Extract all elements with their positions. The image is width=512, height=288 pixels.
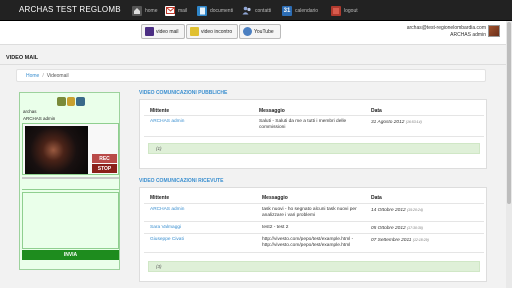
message-cell[interactable]: test2 - test 2: [262, 225, 370, 231]
calendar-icon: 31: [282, 5, 292, 16]
nav-home[interactable]: home: [132, 3, 158, 18]
video-mail-icon: [145, 27, 154, 36]
divider: [22, 189, 119, 190]
recorder-logo: [57, 97, 86, 106]
sender-link[interactable]: ARCHAS admin: [150, 119, 184, 125]
nav-documenti-label: documenti: [210, 7, 234, 14]
video-recorder-panel: archas ARCHAS admin REC STOP INVIA: [19, 92, 120, 270]
column-header: Messaggio: [259, 108, 285, 114]
public-section-title: VIDEO COMUNICAZIONI PUBBLICHE: [139, 90, 228, 96]
recorder-username: archas: [23, 109, 37, 114]
message-line: analizzare i vari problemi: [262, 213, 316, 218]
time-value: (17:30:30): [407, 226, 423, 230]
page-title: VIDEO MAIL: [6, 55, 39, 61]
message-cell[interactable]: http://vivesto.com/pepo/test/example.htm…: [262, 237, 370, 249]
message-cell[interactable]: Saluti - Saluti da me a tutti i membri d…: [259, 119, 369, 131]
breadcrumb-home-link[interactable]: Home: [26, 73, 39, 79]
nav-calendario[interactable]: 31 calendario: [282, 3, 318, 18]
send-button[interactable]: INVIA: [22, 250, 119, 260]
column-header: Messaggio: [262, 195, 288, 201]
video-meeting-icon: [190, 27, 199, 36]
divider: [144, 221, 484, 222]
document-icon: [197, 5, 207, 16]
received-section-title: VIDEO COMUNICAZIONI RICEVUTE: [139, 178, 224, 184]
date-cell: 07 Settembre 2011 (12:18:29): [371, 237, 429, 244]
rec-button[interactable]: REC: [92, 154, 117, 163]
message-textarea[interactable]: [22, 192, 119, 249]
video-incontro-label: video incontro: [201, 28, 233, 35]
youtube-button[interactable]: YouTube: [239, 24, 281, 39]
nav-mail-label: mail: [178, 7, 188, 14]
nav-calendario-label: calendario: [295, 7, 319, 14]
message-line: commissioni: [259, 125, 286, 130]
date-cell: 14 Ottobre 2012 (15:20:24): [371, 207, 423, 214]
nav-contatti[interactable]: contatti: [242, 3, 271, 18]
column-header: Mittente: [150, 108, 170, 114]
date-cell: 31 Agosto 2012 (16:53:14): [371, 119, 422, 126]
recorder-display-name: ARCHAS admin: [23, 116, 56, 121]
house-icon: [132, 5, 142, 16]
sub-toolbar: video mail video incontro YouTube archas…: [0, 21, 512, 45]
video-mail-button[interactable]: video mail: [141, 24, 185, 39]
youtube-label: YouTube: [254, 28, 274, 35]
top-navbar: ARCHAS TEST REGLOMB home mail documenti …: [0, 0, 512, 21]
divider: [144, 252, 484, 253]
video-mail-label: video mail: [156, 28, 179, 35]
app-brand[interactable]: ARCHAS TEST REGLOMB: [19, 5, 121, 14]
avatar[interactable]: [488, 25, 500, 37]
scrollbar-thumb[interactable]: [507, 22, 511, 204]
envelope-icon: [165, 5, 175, 16]
message-cell[interactable]: task nuovi - ho segnato alcuni task nuov…: [262, 207, 370, 219]
sender-link[interactable]: ARCHAS admin: [150, 207, 184, 213]
message-line: http://vivesto.com/pepo/test/example.htm…: [262, 243, 351, 248]
user-name[interactable]: ARCHAS admin: [407, 32, 486, 39]
nav-logout[interactable]: logout: [331, 3, 358, 18]
column-header: Data: [371, 108, 382, 114]
video-incontro-button[interactable]: video incontro: [186, 24, 238, 39]
public-count-bar: (1): [148, 143, 480, 154]
recording-progress: [22, 177, 119, 179]
nav-contatti-label: contatti: [255, 7, 272, 14]
user-email: archas@test-regionelombardia.com: [406, 25, 486, 31]
nav-home-label: home: [145, 7, 158, 14]
divider: [0, 64, 512, 65]
date-value: 07 Settembre 2011: [371, 238, 412, 243]
breadcrumb-separator: /: [42, 72, 44, 79]
message-line: test2 - test 2: [262, 225, 289, 230]
user-info: archas@test-regionelombardia.com ARCHAS …: [407, 25, 486, 39]
nav-mail[interactable]: mail: [165, 3, 187, 18]
stop-button[interactable]: STOP: [92, 164, 117, 173]
time-value: (12:18:29): [412, 238, 429, 242]
people-icon: [242, 5, 252, 16]
date-cell: 05 Ottobre 2012 (17:30:30): [371, 225, 423, 232]
webcam-preview: [25, 126, 88, 174]
date-value: 14 Ottobre 2012: [371, 208, 406, 213]
youtube-icon: [243, 27, 252, 36]
received-table-panel: Mittente Messaggio Data ARCHAS admin tas…: [139, 187, 487, 282]
breadcrumb-current: Videomail: [46, 72, 69, 79]
time-value: (16:53:14): [405, 120, 422, 124]
nav-documenti[interactable]: documenti: [197, 3, 233, 18]
sender-link[interactable]: Giuseppe Civati: [150, 237, 184, 243]
divider: [144, 233, 484, 234]
divider: [144, 115, 484, 116]
divider: [144, 136, 484, 137]
column-header: Mittente: [150, 195, 170, 201]
logout-icon: [331, 5, 341, 16]
divider: [144, 203, 484, 204]
date-value: 31 Agosto 2012: [371, 120, 405, 125]
nav-logout-label: logout: [344, 7, 358, 14]
breadcrumb: Home / Videomail: [16, 69, 486, 82]
date-value: 05 Ottobre 2012: [371, 226, 406, 231]
public-table-panel: Mittente Messaggio Data ARCHAS admin Sal…: [139, 99, 487, 169]
time-value: (15:20:24): [407, 208, 423, 212]
received-count-bar: (3): [148, 261, 480, 272]
sender-link[interactable]: Sara Valmaggi: [150, 225, 181, 231]
column-header: Data: [371, 195, 382, 201]
